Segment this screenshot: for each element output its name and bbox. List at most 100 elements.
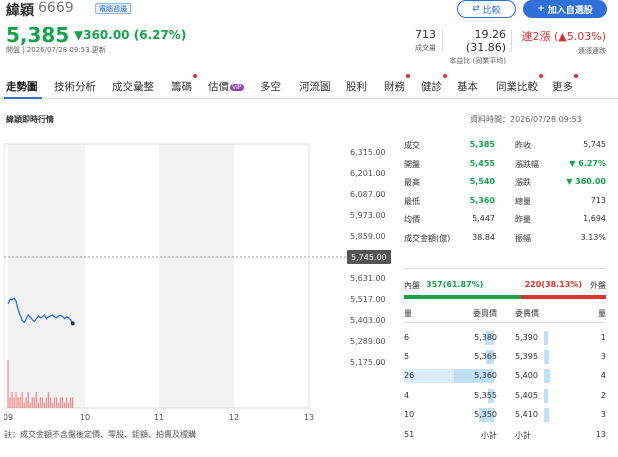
- summary-value: 5,360: [469, 195, 495, 205]
- stat-pe: 19.26 (31.86) 本益比 (同業平均): [440, 28, 506, 66]
- volume-bar: [21, 392, 23, 408]
- bid-price: 5,365: [474, 352, 497, 362]
- bid-price: 5,360: [474, 371, 497, 381]
- summary-value: 1,694: [583, 214, 606, 224]
- ask-price: 5,400: [515, 371, 538, 381]
- tab-item[interactable]: 更多: [552, 79, 573, 94]
- industry-badge[interactable]: 電腦週邊: [95, 3, 131, 14]
- volume-bar: [9, 397, 11, 408]
- summary-row: 最低 5,360 總量 713: [404, 196, 606, 214]
- tab-item[interactable]: 同業比較: [496, 79, 538, 94]
- ask-depth-bar: [544, 369, 550, 384]
- tab-item[interactable]: 走勢圖: [6, 79, 38, 94]
- intraday-chart[interactable]: 6,315.00 6,201.00 6,087.00 5,973.00 5,859.00…: [4, 132, 404, 424]
- y-tick-label: 6,087.00: [350, 190, 386, 199]
- summary-label: 最高: [404, 178, 420, 188]
- tab-item[interactable]: 成交彙整: [112, 79, 154, 94]
- y-tick-label: 6,315.00: [350, 148, 386, 157]
- tab-label: 估價: [208, 81, 229, 93]
- summary-value: 5,540: [469, 177, 495, 187]
- y-tick-label: 5,289.00: [350, 337, 386, 346]
- orderbook-row: 4 5,355 5,405 2: [404, 388, 606, 407]
- new-indicator-dot: [406, 74, 410, 78]
- summary-value: ▼ 6.27%: [569, 158, 606, 168]
- volume-bar: [66, 397, 68, 408]
- footnote: 註：成交金額不含盤後定價、零股、鉅額、拍賣及標購: [4, 430, 196, 439]
- tab-item[interactable]: 估價 VIP: [208, 79, 244, 94]
- new-indicator-dot: [443, 74, 447, 78]
- inout-in-label: 內盤: [404, 281, 420, 290]
- ask-depth-bar: [544, 388, 548, 403]
- inout-labels: 內盤 357(61.87%) 220(38.13%) 外盤: [404, 280, 606, 294]
- ask-qty: 4: [600, 371, 606, 381]
- ob-total-buy: 51: [404, 430, 415, 439]
- x-tick-label: 13: [304, 413, 314, 422]
- chart-column-band: [159, 144, 234, 408]
- plus-icon: +: [537, 4, 545, 14]
- summary-value: 5,447: [472, 214, 495, 224]
- add-watchlist-label: 加入自選股: [547, 5, 593, 16]
- volume-bar: [15, 392, 17, 408]
- tab-item[interactable]: 河流圖: [299, 79, 331, 94]
- volume-bar: [51, 402, 54, 408]
- new-indicator-dot: [574, 74, 578, 78]
- tab-label: 健診: [421, 81, 442, 93]
- orderbook-row: 5 5,365 5,395 3: [404, 350, 606, 368]
- stock-code: 6669: [38, 0, 74, 16]
- ask-qty: 3: [600, 352, 606, 362]
- ask-depth-bar: [544, 350, 549, 365]
- tab-label: 成交彙整: [112, 81, 154, 93]
- chart-column-band: [8, 144, 85, 408]
- tab-item[interactable]: 財務: [384, 79, 405, 94]
- summary-label: 開盤: [404, 159, 420, 169]
- tab-bar: 走勢圖 技術分析 成交彙整 籌碼 估價 VIP 多空 河流圖 股利 財務 健診 基本 同業比較 更多: [0, 71, 618, 99]
- tab-item[interactable]: 健診: [421, 79, 442, 94]
- tab-item[interactable]: 基本: [457, 79, 478, 94]
- x-tick-label: 12: [229, 413, 239, 422]
- tab-item[interactable]: 股利: [346, 79, 367, 94]
- summary-value: 713: [590, 195, 606, 205]
- volume-bar: [59, 397, 62, 408]
- ob-total-sell: 13: [595, 430, 606, 439]
- volume-bar: [31, 397, 33, 408]
- tab-label: 走勢圖: [6, 81, 38, 93]
- stat-pe-value: 19.26 (31.86): [465, 28, 506, 54]
- ask-price: 5,405: [515, 390, 538, 400]
- ob-header-buy-qty: 量: [404, 309, 412, 318]
- volume-bar: [72, 397, 74, 408]
- ob-subtotal-buy-label: 小計: [481, 431, 497, 440]
- y-tick-label: 5,973.00: [350, 211, 386, 220]
- inout-bar: [404, 295, 606, 299]
- tab-item[interactable]: 技術分析: [54, 79, 96, 94]
- volume-bar: [25, 397, 27, 408]
- summary-label: 昨收: [515, 141, 531, 150]
- summary-divider: [404, 268, 606, 269]
- volume-bar: [55, 397, 58, 408]
- tab-item[interactable]: 籌碼: [171, 79, 192, 94]
- volume-bar: [23, 402, 25, 408]
- stock-name: 緯穎: [6, 3, 34, 19]
- volume-bar: [57, 402, 60, 408]
- volume-bar: [53, 397, 56, 408]
- summary-value: ▼ 360.00: [566, 177, 606, 187]
- tab-item[interactable]: 多空: [260, 79, 281, 94]
- data-time: 資料時間：2026/07/28 09:53: [470, 115, 582, 124]
- y-tick-label: 6,201.00: [350, 169, 386, 178]
- stat-volume-value: 713: [415, 28, 436, 41]
- stat-volume: 713 成交量: [376, 28, 436, 53]
- volume-bar: [41, 397, 43, 408]
- volume-bar: [35, 392, 37, 408]
- tab-label: 技術分析: [54, 81, 96, 93]
- bid-qty: 6: [404, 333, 410, 342]
- price-change: ▼360.00 (6.27%): [74, 28, 187, 42]
- ob-header-sell-price: 委賣價: [515, 309, 539, 318]
- bid-qty: 10: [404, 409, 415, 419]
- y-tick-label: 5,403.00: [350, 316, 386, 325]
- stat-streak-value: 連2漲 (▲5.03%): [521, 30, 606, 43]
- inout-out-value: 220(38.13%): [524, 280, 582, 289]
- compare-button[interactable]: ⇄ 比較: [457, 0, 516, 18]
- add-watchlist-button[interactable]: + 加入自選股: [523, 0, 607, 18]
- volume-bar: [11, 392, 13, 408]
- new-indicator-dot: [193, 74, 197, 78]
- volume-bar: [61, 397, 64, 408]
